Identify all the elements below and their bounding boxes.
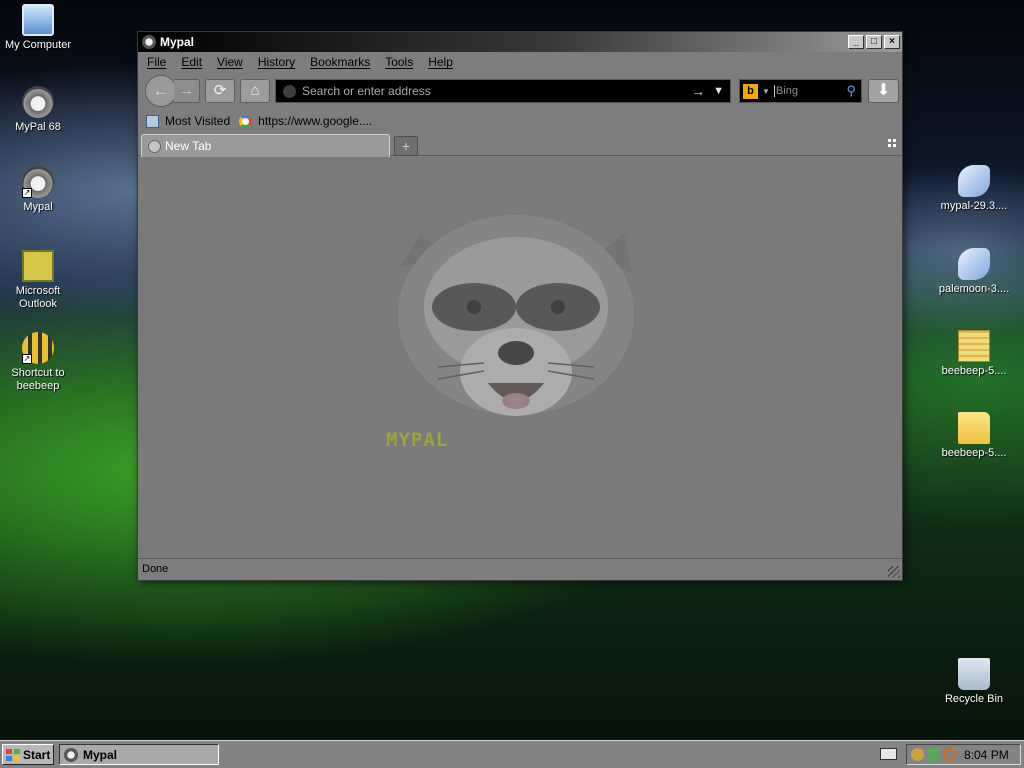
desktop-icon-beebeep-shortcut[interactable]: ↗ Shortcut to beebeep xyxy=(0,332,76,393)
bing-engine-icon[interactable]: b xyxy=(743,83,758,99)
system-tray: 8:04 PM xyxy=(906,744,1021,765)
tab-strip: New Tab + xyxy=(138,132,902,157)
mypal-raccoon-icon xyxy=(64,747,78,762)
installer-icon xyxy=(958,248,990,280)
mypal-raccoon-icon xyxy=(22,86,54,118)
tray-network-icon[interactable] xyxy=(927,748,940,761)
engine-dropdown-icon[interactable]: ▼ xyxy=(762,87,770,96)
installer-icon xyxy=(958,165,990,197)
maximize-button[interactable]: □ xyxy=(866,35,882,49)
bookmark-label: https://www.google.... xyxy=(258,114,373,128)
status-text: Done xyxy=(142,563,169,575)
url-history-dropdown-icon[interactable]: ▼ xyxy=(713,85,724,97)
desktop-icon-mypal-installer[interactable]: mypal-29.3.... xyxy=(936,165,1012,213)
home-button[interactable]: ⌂ xyxy=(240,79,270,103)
bookmark-google[interactable]: https://www.google.... xyxy=(239,114,372,128)
shortcut-arrow-icon: ↗ xyxy=(22,354,32,364)
url-bar[interactable]: Search or enter address → ▼ xyxy=(275,79,731,103)
zip-icon xyxy=(958,330,990,362)
desktop-icon-my-computer[interactable]: My Computer xyxy=(0,4,76,52)
desktop-icon-recycle-bin[interactable]: Recycle Bin xyxy=(936,658,1012,706)
desktop-icon-beebeep-folder[interactable]: beebeep-5.... xyxy=(936,412,1012,460)
outlook-icon xyxy=(22,250,54,282)
desktop-icon-label: mypal-29.3.... xyxy=(940,200,1008,212)
mypal-raccoon-icon: ↗ xyxy=(22,166,54,198)
status-bar: Done xyxy=(138,558,902,580)
page-content: MYPAL xyxy=(138,157,902,559)
menu-help[interactable]: Help xyxy=(428,55,453,69)
menu-bar: File Edit View History Bookmarks Tools H… xyxy=(138,52,902,72)
bookmark-label: Most Visited xyxy=(165,114,231,128)
start-label: Start xyxy=(23,747,51,762)
keyboard-icon[interactable] xyxy=(880,748,897,760)
back-button[interactable]: ← xyxy=(145,75,177,107)
menu-tools[interactable]: Tools xyxy=(385,55,413,69)
minimize-button[interactable]: _ xyxy=(848,35,864,49)
shortcut-arrow-icon: ↗ xyxy=(22,188,32,198)
new-tab-button[interactable]: + xyxy=(394,136,418,156)
recycle-bin-icon xyxy=(958,658,990,690)
tray-app-icon[interactable] xyxy=(911,748,924,761)
navigation-toolbar: ← → ⟳ ⌂ Search or enter address → ▼ b ▼ … xyxy=(138,72,902,110)
menu-bookmarks[interactable]: Bookmarks xyxy=(310,55,370,69)
bookmarks-toolbar: Most Visited https://www.google.... xyxy=(138,110,902,132)
most-visited-icon xyxy=(146,114,159,128)
tab-label: New Tab xyxy=(165,139,212,153)
mypal-raccoon-icon xyxy=(142,35,156,49)
google-icon xyxy=(239,114,253,128)
search-input[interactable]: Bing xyxy=(773,85,847,97)
tab-new-tab[interactable]: New Tab xyxy=(141,134,390,157)
tab-globe-icon xyxy=(148,139,161,153)
menu-file[interactable]: File xyxy=(147,55,166,69)
taskbar-item-label: Mypal xyxy=(83,747,118,762)
bookmark-most-visited[interactable]: Most Visited xyxy=(146,114,230,128)
reload-button[interactable]: ⟳ xyxy=(205,79,235,103)
taskbar: Start Mypal 8:04 PM xyxy=(0,740,1024,768)
window-title: Mypal xyxy=(160,35,195,49)
clock[interactable]: 8:04 PM xyxy=(964,748,1009,762)
start-button[interactable]: Start xyxy=(2,744,54,765)
desktop-icon-label: My Computer xyxy=(4,39,72,51)
desktop-icon-label: Mypal xyxy=(23,201,53,213)
desktop-icon-label: Microsoft Outlook xyxy=(15,285,61,310)
mypal-raccoon-logo xyxy=(398,215,634,416)
desktop-icon-mypal[interactable]: ↗ Mypal xyxy=(0,166,76,214)
beebeep-bee-icon: ↗ xyxy=(22,332,54,364)
search-bar[interactable]: b ▼ Bing ⚲ xyxy=(739,79,862,103)
search-icon[interactable]: ⚲ xyxy=(846,83,856,99)
desktop-icon-palemoon-installer[interactable]: palemoon-3.... xyxy=(936,248,1012,296)
window-titlebar[interactable]: Mypal _ □ × xyxy=(138,32,902,52)
menu-history[interactable]: History xyxy=(258,55,295,69)
browser-window: Mypal _ □ × File Edit View History Bookm… xyxy=(137,31,903,581)
desktop-icon-label: beebeep-5.... xyxy=(941,447,1007,459)
folder-icon xyxy=(958,412,990,444)
forward-button[interactable]: → xyxy=(174,79,200,103)
menu-view[interactable]: View xyxy=(217,55,243,69)
desktop-icon-label: Shortcut to beebeep xyxy=(11,367,65,392)
mypal-logo-text: MYPAL xyxy=(386,429,449,451)
desktop-icon-label: beebeep-5.... xyxy=(941,365,1007,377)
close-button[interactable]: × xyxy=(884,35,900,49)
tab-grid-icon[interactable] xyxy=(888,139,896,147)
desktop-icon-mypal-68[interactable]: MyPal 68 xyxy=(0,86,76,134)
desktop-icon-outlook[interactable]: Microsoft Outlook xyxy=(0,250,76,311)
desktop-icon-label: MyPal 68 xyxy=(15,121,61,133)
downloads-button[interactable]: ⬇ xyxy=(868,79,899,103)
tray-search-icon[interactable] xyxy=(943,748,956,761)
windows-logo-icon xyxy=(6,748,20,761)
site-identity-icon xyxy=(283,84,296,98)
my-computer-icon xyxy=(22,4,54,36)
url-input[interactable]: Search or enter address xyxy=(302,84,691,98)
desktop-icon-label: Recycle Bin xyxy=(944,693,1004,705)
resize-grip-icon[interactable] xyxy=(888,566,900,578)
desktop-icon-label: palemoon-3.... xyxy=(938,283,1010,295)
menu-edit[interactable]: Edit xyxy=(181,55,202,69)
go-arrow-icon[interactable]: → xyxy=(691,83,705,99)
desktop-icon-beebeep-zip[interactable]: beebeep-5.... xyxy=(936,330,1012,378)
taskbar-item-mypal[interactable]: Mypal xyxy=(59,744,219,765)
